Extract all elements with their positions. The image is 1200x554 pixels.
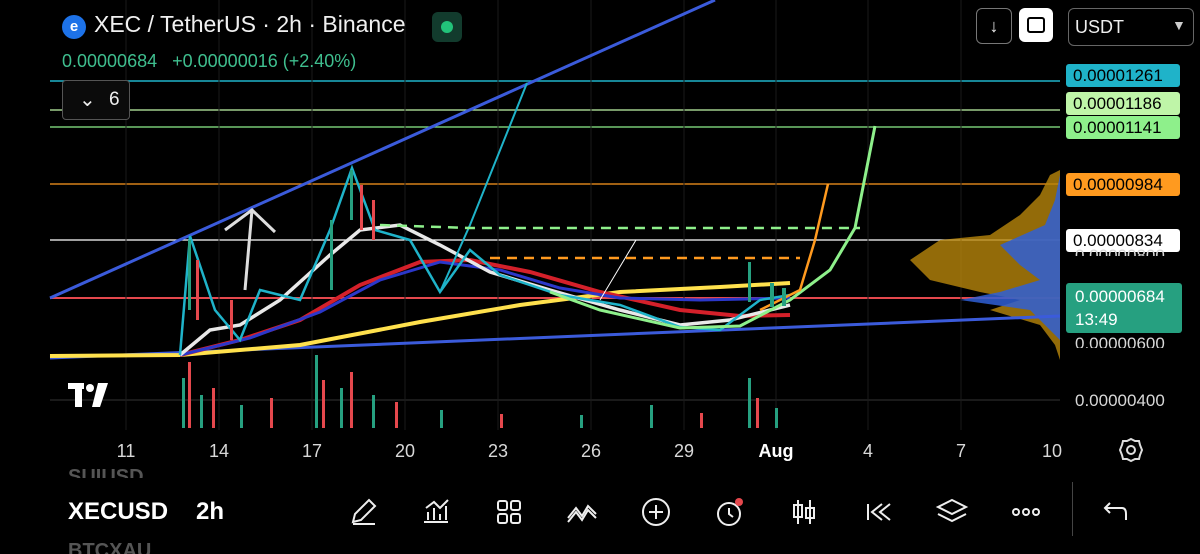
x-tick-month: Aug: [758, 441, 794, 461]
settings-gear-icon[interactable]: [1118, 437, 1144, 463]
x-tick: 26: [580, 441, 602, 461]
current-price-badge: 0.00000684 13:49: [1066, 283, 1182, 333]
grid-icon[interactable]: [491, 494, 527, 530]
indicators-icon[interactable]: [418, 494, 454, 530]
axis-label-800: 0.00000800: [1075, 246, 1165, 256]
price-label-984: 0.00000984: [1066, 173, 1180, 196]
undo-icon[interactable]: [1096, 494, 1132, 530]
exchange-logo-icon: e: [62, 15, 86, 39]
channel-upper-line: [49, 0, 716, 300]
arrow-down-icon: ↓: [989, 16, 999, 36]
chevron-down-icon: ▼: [1172, 17, 1186, 33]
current-price-value: 0.00000684: [1075, 287, 1165, 306]
symbol-name[interactable]: XECUSD: [68, 498, 168, 526]
fullscreen-button[interactable]: [1019, 8, 1053, 42]
pattern-icon[interactable]: [564, 494, 600, 530]
x-tick: 29: [673, 441, 695, 461]
x-tick: 11: [116, 441, 136, 461]
market-status-icon[interactable]: [432, 12, 462, 42]
x-tick: 14: [208, 441, 230, 461]
replay-icon[interactable]: [860, 494, 896, 530]
currency-value: USDT: [1075, 17, 1124, 37]
alert-icon[interactable]: [711, 494, 747, 530]
x-tick: 7: [955, 441, 967, 461]
more-icon[interactable]: [1008, 494, 1044, 530]
chevron-down-icon: ⌄: [79, 89, 96, 111]
timeframe-button[interactable]: 2h: [196, 498, 224, 526]
add-icon[interactable]: [638, 494, 674, 530]
x-tick: 20: [394, 441, 416, 461]
candles-icon[interactable]: [786, 494, 822, 530]
chart-title[interactable]: XEC / TetherUS · 2h · Binance: [94, 11, 406, 38]
axis-label-600: 0.00000600: [1075, 334, 1165, 348]
last-price: 0.00000684: [62, 51, 158, 71]
indicators-count: 6: [109, 89, 120, 110]
x-tick: 10: [1041, 441, 1063, 461]
ma-yellow-line: [49, 281, 791, 358]
arrow-up-white: [224, 208, 277, 291]
layers-icon[interactable]: [934, 494, 970, 530]
pencil-icon[interactable]: [345, 494, 381, 530]
symbol-list-prev[interactable]: SUIUSD: [68, 466, 144, 478]
price-summary: 0.00000684 +0.00000016 (+2.40%): [62, 51, 366, 72]
axis-label-400: 0.00000400: [1075, 391, 1165, 410]
price-label-1186: 0.00001186: [1066, 92, 1180, 115]
x-tick: 23: [487, 441, 509, 461]
symbol-list-next[interactable]: BTCXAU: [68, 540, 151, 554]
price-change: +0.00000016 (+2.40%): [172, 51, 357, 71]
neckline-green-dashed: [379, 223, 860, 230]
price-label-1261: 0.00001261: [1066, 64, 1180, 87]
toolbar-divider: [1072, 482, 1073, 536]
currency-select[interactable]: USDT ▼: [1068, 8, 1194, 46]
bar-countdown: 13:49: [1075, 310, 1118, 329]
price-label-1141: 0.00001141: [1066, 116, 1180, 139]
x-tick: 4: [862, 441, 874, 461]
volume-bars: [182, 355, 778, 428]
download-button[interactable]: ↓: [976, 8, 1012, 44]
tradingview-logo-icon: [68, 383, 108, 407]
indicators-toggle-button[interactable]: ⌄ 6: [62, 80, 130, 120]
x-tick: 17: [301, 441, 323, 461]
